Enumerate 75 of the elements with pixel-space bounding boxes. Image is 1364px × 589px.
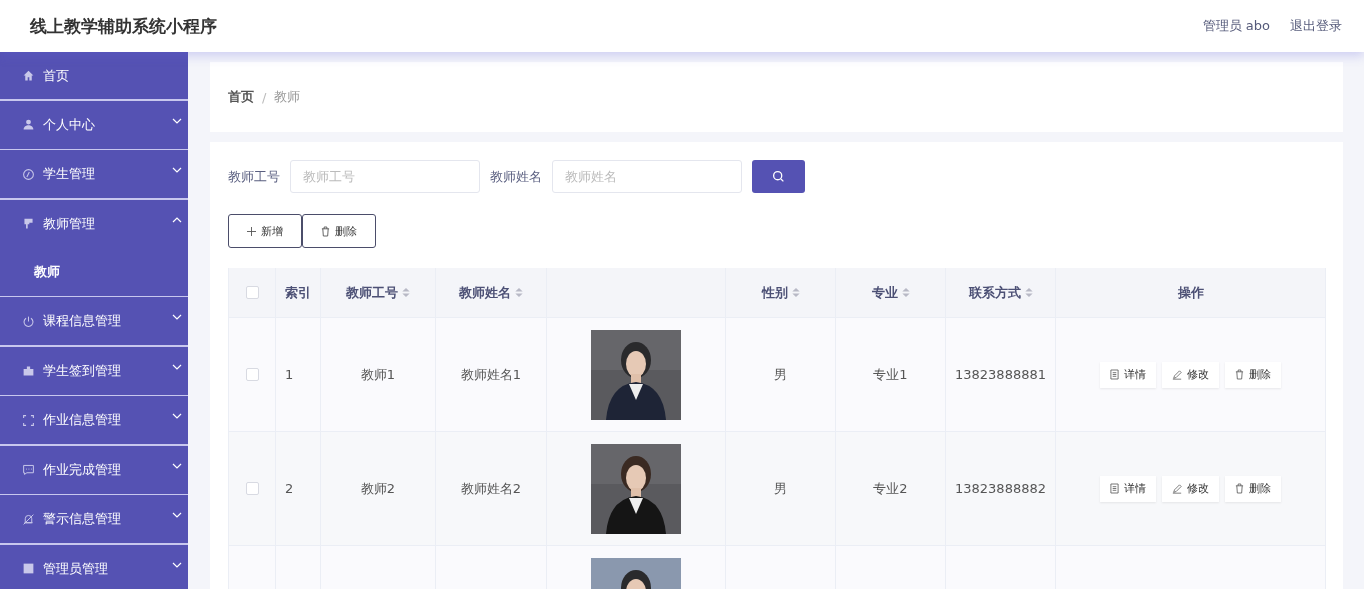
sort-icon[interactable]	[1024, 287, 1033, 298]
user-label: 管理员 abo	[1202, 17, 1270, 35]
cell-text: 男	[774, 479, 787, 498]
menu-item[interactable]: 管理员管理	[0, 544, 188, 589]
search-button[interactable]	[752, 160, 805, 193]
user-icon	[22, 118, 35, 131]
sort-icon[interactable]	[402, 287, 410, 298]
pencil-icon	[1172, 369, 1182, 380]
sort-icon[interactable]	[791, 287, 800, 298]
trash-icon	[1235, 369, 1244, 380]
menu-item[interactable]: 课程信息管理	[0, 297, 188, 345]
field-label: 教师工号	[228, 167, 280, 186]
cell-text: 专业2	[873, 479, 908, 498]
breadcrumb-link[interactable]: 首页	[228, 88, 254, 106]
trash-icon	[321, 225, 330, 237]
square-icon	[22, 562, 35, 575]
cell-text: 13823888881	[955, 367, 1046, 382]
menu-item[interactable]: 警示信息管理	[0, 495, 188, 543]
gauge-icon	[22, 167, 35, 181]
briefcase-icon	[22, 364, 35, 377]
flag-icon	[22, 217, 35, 230]
cell-text: 男	[774, 365, 787, 384]
column-header: 教师姓名	[459, 283, 511, 302]
home-icon	[22, 69, 35, 82]
delete-button[interactable]: 删除	[302, 214, 376, 248]
row-checkbox[interactable]	[245, 368, 259, 381]
submenu-item[interactable]: 教师	[0, 247, 188, 296]
cell-text: 教师2	[360, 479, 396, 498]
plus-icon	[247, 226, 256, 236]
menu-item[interactable]: 个人中心	[0, 100, 188, 149]
cell-text: 2	[285, 481, 294, 496]
menu-item[interactable]: 学生签到管理	[0, 346, 188, 395]
row-checkbox[interactable]	[245, 482, 259, 495]
document-icon	[1110, 483, 1119, 494]
breadcrumb-separator: /	[262, 89, 267, 105]
add-button[interactable]: 新增	[228, 214, 302, 248]
edit-button[interactable]: 修改	[1162, 361, 1219, 388]
pencil-icon	[1172, 483, 1182, 494]
power-icon	[22, 314, 35, 328]
column-header: 索引	[285, 283, 311, 302]
cell-text: 专业1	[873, 365, 908, 384]
delete-button[interactable]: 删除	[1225, 361, 1281, 388]
column-header: 操作	[1177, 283, 1204, 302]
search-icon	[772, 170, 785, 183]
delete-button[interactable]: 删除	[1225, 475, 1281, 502]
column-header: 性别	[761, 283, 788, 302]
document-icon	[1110, 369, 1119, 380]
select-all-checkbox[interactable]	[245, 286, 259, 299]
menu-item[interactable]: 作业信息管理	[0, 396, 188, 444]
menu-item[interactable]: 首页	[0, 52, 188, 99]
logout-link[interactable]: 退出登录	[1290, 17, 1342, 35]
app-title: 线上教学辅助系统小程序	[30, 14, 217, 38]
cell-text: 教师姓名2	[460, 479, 522, 498]
sort-icon[interactable]	[901, 287, 910, 298]
cell-text: 1	[285, 367, 294, 382]
menu-item[interactable]: 教师管理	[0, 199, 188, 248]
field-label: 教师姓名	[490, 167, 542, 186]
menu-item[interactable]: 作业完成管理	[0, 445, 188, 494]
cell-text: 教师1	[360, 365, 396, 384]
sort-icon[interactable]	[515, 287, 523, 298]
cell-text: 13823888882	[955, 481, 1046, 496]
detail-button[interactable]: 详情	[1100, 475, 1156, 502]
edit-button[interactable]: 修改	[1162, 475, 1219, 502]
column-header: 专业	[871, 283, 898, 302]
detail-button[interactable]: 详情	[1100, 361, 1156, 388]
cell-text: 教师姓名1	[460, 365, 522, 384]
column-header: 联系方式	[968, 283, 1021, 302]
column-header: 教师工号	[346, 283, 398, 302]
frame-icon	[22, 413, 35, 427]
menu-item[interactable]: 学生管理	[0, 150, 188, 198]
bell-off-icon	[22, 512, 35, 526]
chat-icon	[22, 463, 35, 476]
search-field[interactable]: 教师姓名	[552, 160, 742, 193]
trash-icon	[1235, 483, 1244, 494]
search-field[interactable]: 教师工号	[290, 160, 480, 193]
